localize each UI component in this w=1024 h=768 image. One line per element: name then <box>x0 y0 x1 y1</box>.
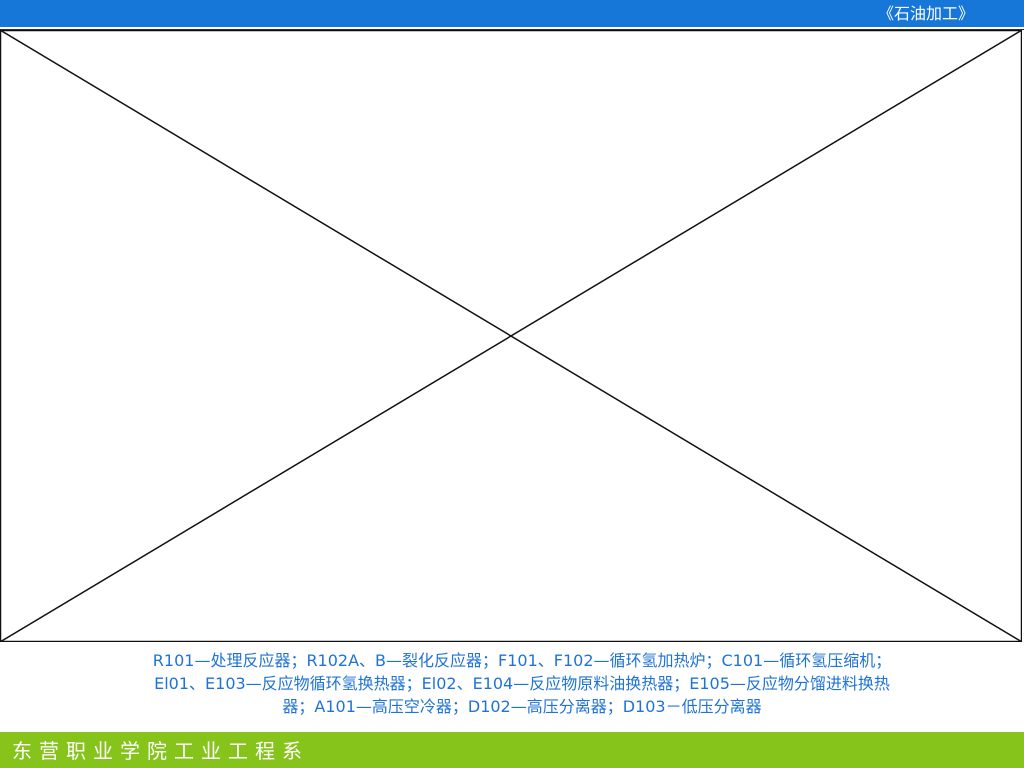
placeholder-cross-icon <box>0 30 1022 642</box>
equipment-legend: R101—处理反应器；R102A、B—裂化反应器；F101、F102—循环氢加热… <box>62 649 982 718</box>
missing-image-placeholder <box>0 30 1022 642</box>
course-title: 《石油加工》 <box>877 4 974 23</box>
legend-line-2: El01、E103—反应物循环氢换热器；El02、E104—反应物原料油换热器；… <box>154 674 890 693</box>
header-bar: 《石油加工》 <box>0 0 1024 27</box>
institution-name: 东营职业学院工业工程系 <box>12 739 309 763</box>
legend-line-3: 器；A101—高压空冷器；D102—高压分离器；D103－低压分离器 <box>282 697 762 716</box>
legend-line-1: R101—处理反应器；R102A、B—裂化反应器；F101、F102—循环氢加热… <box>152 651 892 670</box>
footer-bar: 东营职业学院工业工程系 <box>0 732 1024 768</box>
slide: 《石油加工》 R101—处理反应器；R102A、B—裂化反应器；F101、F10… <box>0 0 1024 768</box>
